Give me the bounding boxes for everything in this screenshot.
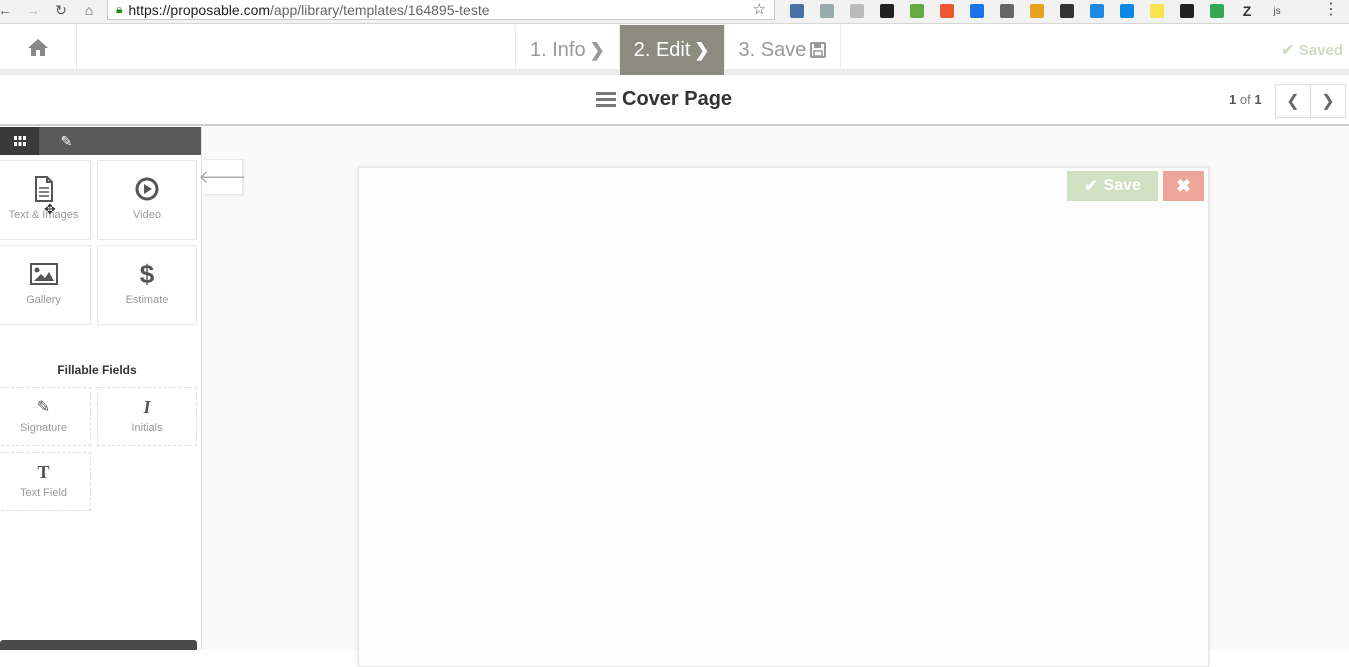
back-icon[interactable]: ←: [0, 0, 16, 20]
field-signature[interactable]: ✎ Signature: [0, 387, 91, 446]
extension-icon[interactable]: [1202, 2, 1232, 20]
pager-of: of: [1239, 92, 1251, 107]
step-info-label: 1. Info: [530, 38, 586, 61]
extension-js-icon[interactable]: js: [1262, 2, 1292, 20]
chevron-right-icon: ❯: [1321, 93, 1335, 110]
pager-current: 1: [1229, 92, 1237, 107]
editor-workspace: 🡐 ✔ Save ✖: [198, 127, 1349, 667]
extension-icon[interactable]: [962, 2, 992, 20]
page-title-text: Cover Page: [622, 88, 733, 110]
extension-icon[interactable]: [872, 2, 902, 20]
field-text[interactable]: T Text Field: [0, 452, 91, 511]
italic-icon: I: [143, 396, 151, 417]
page-title[interactable]: Cover Page: [596, 88, 732, 111]
lock-icon: 🔒︎: [116, 2, 123, 16]
text-icon: T: [37, 461, 50, 482]
paperclip-icon: ✎: [60, 132, 73, 149]
field-initials[interactable]: I Initials: [97, 387, 197, 446]
arrow-left-icon: 🡐: [198, 166, 247, 187]
home-icon: [28, 39, 48, 56]
step-save[interactable]: 3. Save: [723, 25, 842, 75]
chevron-right-icon: ❯: [589, 39, 605, 60]
step-save-label: 3. Save: [738, 38, 807, 61]
hamburger-icon: [596, 89, 616, 110]
block-label: Video: [133, 209, 161, 221]
chevron-right-icon: ❯: [694, 39, 710, 60]
save-button-label: Save: [1103, 177, 1141, 194]
extension-icon[interactable]: [1022, 2, 1052, 20]
collapse-sidebar-button[interactable]: 🡐: [198, 159, 247, 195]
extension-icon[interactable]: [1052, 2, 1082, 20]
tab-blocks[interactable]: [0, 127, 39, 155]
field-label: Initials: [131, 422, 163, 434]
extension-icon[interactable]: [932, 2, 962, 20]
extension-icon[interactable]: [992, 2, 1022, 20]
close-button[interactable]: ✖: [1163, 171, 1204, 201]
block-text-images[interactable]: Text & Images: [0, 160, 91, 240]
page-counter: 1 of 1: [1229, 92, 1262, 107]
extension-icon[interactable]: [902, 2, 932, 20]
chevron-left-icon: ❮: [1286, 93, 1300, 110]
sidebar-tabs: ✎: [0, 127, 201, 155]
block-label: Estimate: [125, 294, 169, 306]
pager-total: 1: [1254, 92, 1262, 107]
block-estimate[interactable]: $ Estimate: [97, 245, 197, 325]
field-label: Text Field: [19, 487, 68, 499]
tab-attachments[interactable]: ✎: [47, 127, 86, 155]
block-gallery[interactable]: Gallery: [0, 245, 91, 325]
url-path: /app/library/templates/164895-teste: [270, 1, 490, 18]
extension-icon[interactable]: [842, 2, 872, 20]
check-icon: ✔: [1084, 178, 1098, 195]
field-label: Signature: [19, 422, 68, 434]
block-label: Gallery: [26, 294, 61, 306]
extension-icon[interactable]: [1112, 2, 1142, 20]
pencil-icon: ✎: [36, 399, 51, 416]
step-edit[interactable]: 2. Edit ❯: [618, 25, 724, 75]
saved-label: Saved: [1298, 42, 1343, 59]
save-button[interactable]: ✔ Save: [1067, 171, 1158, 201]
check-icon: ✔: [1281, 42, 1294, 59]
sidebar-footer-bar: [0, 640, 197, 650]
page-canvas[interactable]: ✔ Save ✖: [358, 167, 1209, 667]
page-title-bar: Cover Page 1 of 1 ❮ ❯: [0, 75, 1349, 126]
floppy-disk-icon: [810, 42, 827, 58]
home-button[interactable]: [0, 25, 77, 69]
play-icon: [98, 175, 196, 203]
address-bar[interactable]: 🔒︎ https://proposable.com/app/library/te…: [107, 0, 775, 20]
wizard-steps: 1. Info ❯ 2. Edit ❯ 3. Save: [515, 25, 842, 75]
saved-status: ✔ Saved: [1281, 41, 1343, 59]
extension-icon[interactable]: [1142, 2, 1172, 20]
move-cursor-icon: ✥: [44, 201, 56, 217]
home-browser-icon[interactable]: ⌂: [78, 0, 100, 20]
next-page-button[interactable]: ❯: [1310, 84, 1346, 118]
browser-toolbar: ← → ↻ ⌂ 🔒︎ https://proposable.com/app/li…: [0, 0, 1349, 24]
url-host: https://proposable.com: [128, 1, 271, 18]
extension-icon[interactable]: [812, 2, 842, 20]
step-info[interactable]: 1. Info ❯: [515, 25, 619, 75]
block-video[interactable]: Video: [97, 160, 197, 240]
extension-z-icon[interactable]: Z: [1232, 2, 1262, 20]
extension-icon[interactable]: [1082, 2, 1112, 20]
extension-icon[interactable]: [782, 2, 812, 20]
app-header: 1. Info ❯ 2. Edit ❯ 3. Save ✔ Saved: [0, 25, 1349, 75]
prev-page-button[interactable]: ❮: [1275, 84, 1311, 118]
fillable-fields-heading: Fillable Fields: [57, 363, 137, 377]
close-icon: ✖: [1175, 175, 1192, 196]
document-icon: [0, 175, 90, 203]
image-icon: [0, 260, 90, 288]
reload-icon[interactable]: ↻: [50, 0, 72, 20]
forward-icon[interactable]: →: [22, 0, 44, 20]
blocks-sidebar: ✎ Text & Images Video Gallery $ Estimate…: [0, 127, 202, 650]
step-edit-label: 2. Edit: [633, 38, 691, 61]
extension-icon[interactable]: [1172, 2, 1202, 20]
bookmark-star-icon[interactable]: ☆: [753, 0, 766, 18]
browser-menu-icon[interactable]: ⋮: [1323, 0, 1339, 20]
dollar-icon: $: [139, 258, 155, 289]
extensions-row: Zjs: [782, 2, 1292, 20]
grid-icon: [13, 136, 26, 146]
